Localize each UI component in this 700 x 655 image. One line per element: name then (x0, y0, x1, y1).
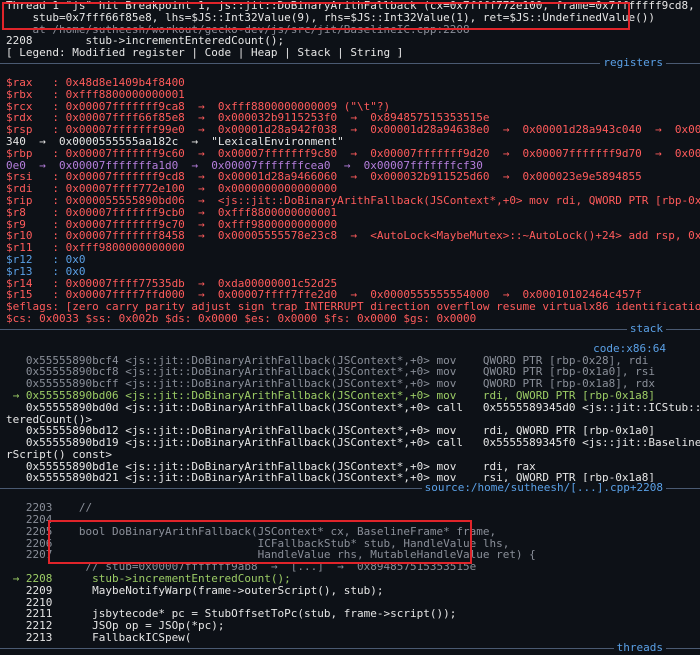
source-line: 2209 MaybeNotifyWarp(frame->outerScript(… (6, 584, 384, 597)
register-rbx: $rbx : 0xfff8800000000001 (6, 88, 185, 101)
register-r9: $r9 : 0x00007fffffff9c70 → 0xfff98000000… (6, 218, 338, 231)
register-r12: $r12 : 0x0 (6, 253, 86, 266)
register-rdx: $rdx : 0x00007ffff66f85e8 → 0x000032b911… (6, 112, 490, 125)
register-rbp-cont: 0e0 → 0x00007fffffffa1d0 → 0x00007ffffff… (6, 159, 483, 172)
stack-header: stack (0, 322, 700, 341)
source-line: 2211 jsbytecode* pc = StubOffsetToPc(stu… (6, 608, 457, 621)
code-line: 0x55555890bcf8 <js::jit::DoBinaryArithFa… (6, 366, 656, 379)
code-header: code:x86:64 (593, 342, 666, 355)
code-line: 0x55555890bd12 <js::jit::DoBinaryArithFa… (6, 425, 656, 438)
code-panel: 0x55555890bcf4 <js::jit::DoBinaryArithFa… (0, 355, 700, 485)
register-rdi: $rdi : 0x00007ffff772e100 → 0x0000000000… (6, 183, 338, 195)
breakpoint-highlight-box (2, 2, 630, 30)
code-line-current: → 0x55555890bd06 <js::jit::DoBinaryArith… (6, 389, 656, 402)
code-line: 0x55555890bcf4 <js::jit::DoBinaryArithFa… (6, 354, 649, 367)
register-r13: $r13 : 0x0 (6, 265, 86, 278)
code-line: 0x55555890bd1e <js::jit::DoBinaryArithFa… (6, 460, 536, 473)
current-line: 2208 stub->incrementEnteredCount(); (6, 35, 285, 48)
register-rcx: $rcx : 0x00007fffffff9ca8 → 0xfff8800000… (6, 100, 391, 113)
source-header: source:/home/sutheesh/[...].cpp+2208 (0, 482, 700, 500)
register-eflags: $eflags: [zero carry parity adjust sign … (6, 301, 700, 313)
register-rbp: $rbp : 0x00007fffffff9c60 → 0x00007fffff… (6, 147, 700, 160)
code-line: 0x55555890bcff <js::jit::DoBinaryArithFa… (6, 378, 656, 390)
register-r11: $r11 : 0xfff9800000000000 (6, 242, 185, 254)
registers-header: registers (0, 57, 700, 75)
register-rip: $rip : 0x000055555890bd06 → <js::jit::Do… (6, 194, 700, 207)
register-rax: $rax : 0x48d8e1409b4f8400 (6, 76, 185, 89)
segment-registers: $cs: 0x0033 $ss: 0x002b $ds: 0x0000 $es:… (6, 312, 477, 325)
register-r15: $r15 : 0x00007ffff7ffd000 → 0x00007ffff7… (6, 289, 642, 302)
code-line: rScript() const> (6, 448, 112, 461)
register-r10: $r10 : 0x00007fffffff8458 → 0x0000555557… (6, 230, 700, 243)
function-signature-highlight-box (48, 520, 472, 564)
threads-header: threads (0, 642, 700, 655)
source-line: 2203 // (6, 502, 93, 515)
code-line: teredCount()> (6, 413, 93, 426)
registers-panel: $rax : 0x48d8e1409b4f8400 $rbx : 0xfff88… (0, 77, 700, 325)
register-r14: $r14 : 0x00007ffff77535db → 0xda00000001… (6, 277, 338, 290)
legend-line: [ Legend: Modified register | Code | Hea… (6, 47, 404, 59)
code-line: 0x55555890bd0d <js::jit::DoBinaryArithFa… (6, 401, 700, 414)
register-rsi: $rsi : 0x00007fffffff9cd8 → 0x00001d28a9… (6, 171, 642, 184)
register-r8: $r8 : 0x00007fffffff9cb0 → 0xfff88000000… (6, 206, 338, 219)
register-rsp-cont: 340 → 0x0000555555aa182c → "LexicalEnvir… (6, 135, 344, 148)
source-line: 2210 (6, 596, 53, 609)
source-line: 2213 FallbackICSpew( (6, 632, 192, 644)
code-line: 0x55555890bd19 <js::jit::DoBinaryArithFa… (6, 437, 700, 449)
source-line: 2212 JSOp op = JSOp(*pc); (6, 620, 225, 633)
register-rsp: $rsp : 0x00007fffffff99e0 → 0x00001d28a9… (6, 124, 700, 136)
source-line-current: → 2208 stub->incrementEnteredCount(); (6, 573, 291, 585)
